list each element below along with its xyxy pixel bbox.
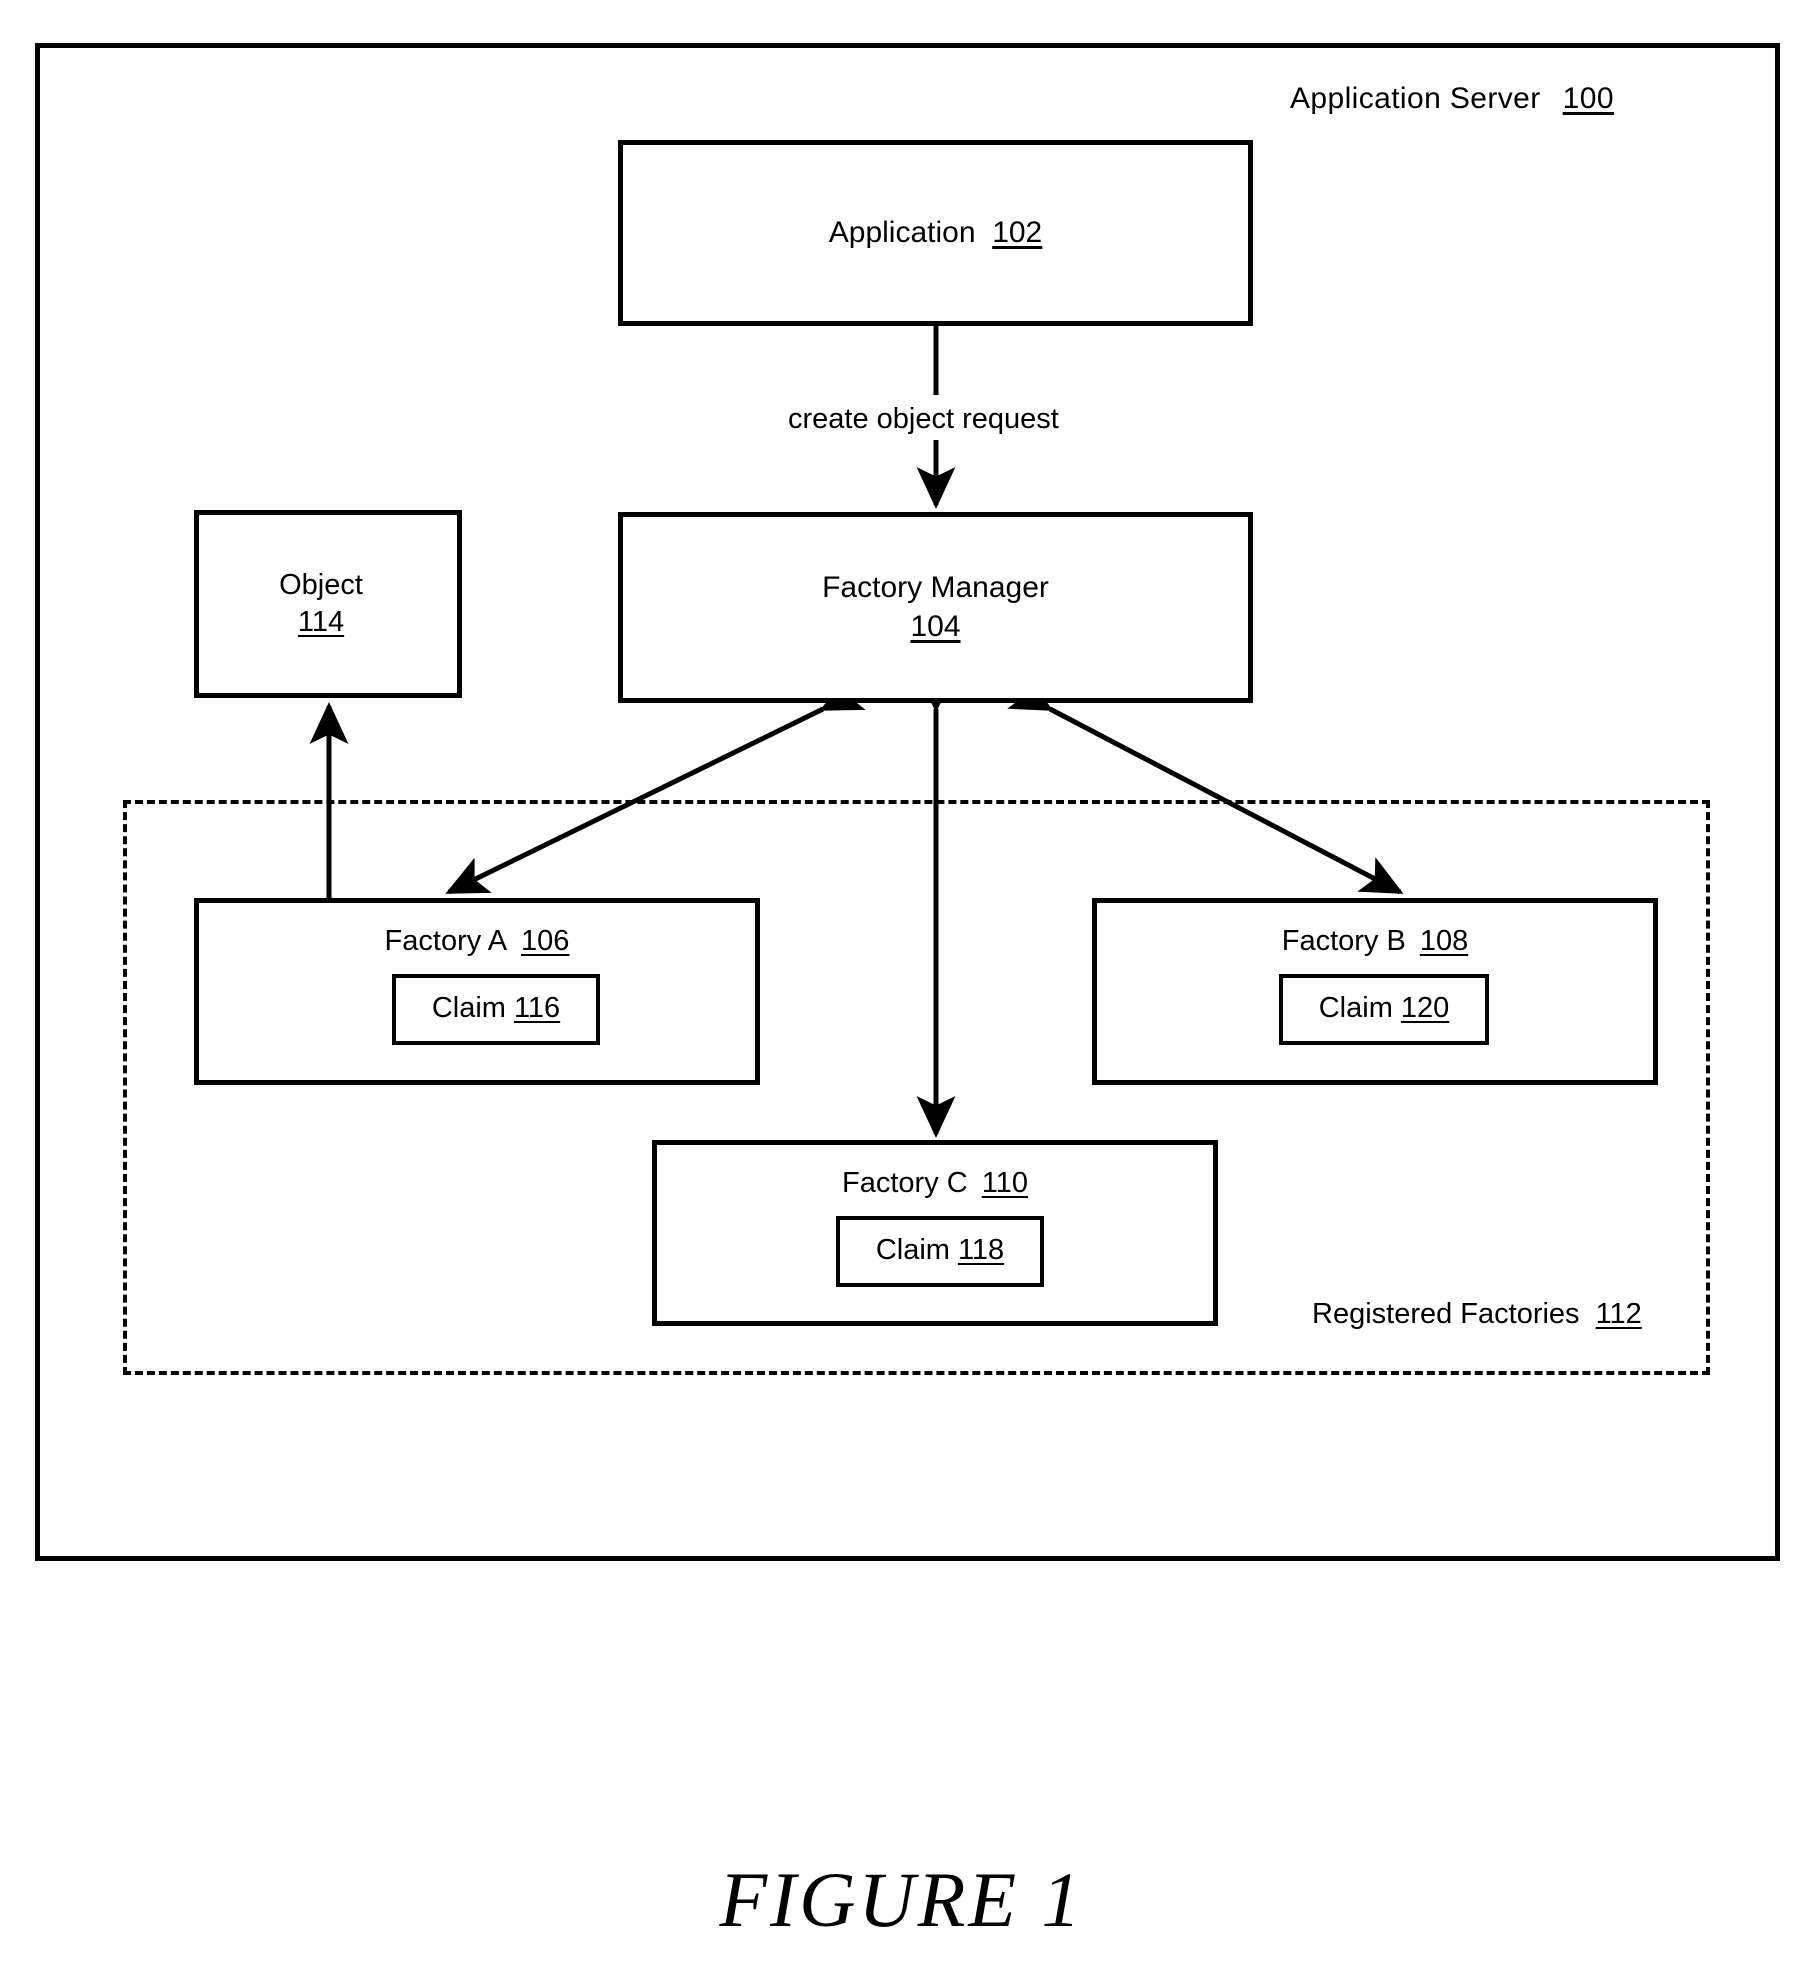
factory-b-label: Factory B: [1281, 925, 1406, 957]
factory-b-title: Factory B 108: [1097, 925, 1653, 958]
object-node-label: Object: [279, 568, 363, 601]
factory-manager-node-label: Factory Manager: [822, 571, 1049, 605]
object-node-ref: 114: [297, 606, 345, 638]
application-node-ref: 102: [992, 215, 1043, 249]
registered-factories-ref: 112: [1595, 1298, 1642, 1330]
factory-a-claim-wrap: Claim 116: [199, 958, 755, 1045]
application-node-label: Application: [828, 215, 976, 249]
factory-c-claim-label: Claim: [875, 1234, 950, 1266]
application-node: Application 102: [618, 140, 1253, 326]
factory-a-claim-label: Claim: [431, 992, 506, 1024]
object-node: Object 114: [194, 510, 462, 698]
registered-factories-label: Registered Factories 112: [1312, 1298, 1642, 1331]
factory-a-claim-ref: 116: [513, 992, 561, 1024]
registered-factories-label-text: Registered Factories: [1312, 1298, 1580, 1330]
factory-a-node: Factory A 106 Claim 116: [194, 898, 760, 1085]
factory-c-claim-wrap: Claim 118: [657, 1200, 1213, 1287]
factory-manager-node: Factory Manager 104: [618, 512, 1253, 703]
factory-a-title: Factory A 106: [199, 925, 755, 958]
factory-manager-node-ref: 104: [910, 609, 961, 643]
factory-a-claim-box: Claim 116: [391, 974, 601, 1045]
factory-c-claim-box: Claim 118: [835, 1216, 1045, 1287]
figure-caption: FIGURE 1: [719, 1856, 1084, 1943]
factory-a-label: Factory A: [384, 925, 508, 957]
factory-c-title: Factory C 110: [657, 1167, 1213, 1200]
factory-b-claim-wrap: Claim 120: [1097, 958, 1653, 1045]
create-object-request-text: create object request: [788, 403, 1059, 435]
factory-b-claim-label: Claim: [1318, 992, 1393, 1024]
application-server-label: Application Server 100: [1290, 82, 1710, 116]
factory-c-label: Factory C: [842, 1167, 968, 1199]
factory-a-ref: 106: [521, 925, 570, 957]
create-object-request-label: create object request: [778, 400, 1069, 439]
figure-page: Application Server 100 Registered Factori…: [0, 0, 1803, 1985]
factory-b-ref: 108: [1419, 925, 1469, 957]
factory-c-ref: 110: [981, 1167, 1028, 1199]
factory-b-node: Factory B 108 Claim 120: [1092, 898, 1658, 1085]
factory-c-node: Factory C 110 Claim 118: [652, 1140, 1218, 1326]
factory-b-claim-ref: 120: [1400, 992, 1450, 1024]
factory-b-claim-box: Claim 120: [1278, 974, 1490, 1045]
application-server-ref: 100: [1562, 82, 1614, 115]
application-server-label-text: Application Server: [1290, 82, 1541, 115]
factory-c-claim-ref: 118: [957, 1234, 1005, 1266]
application-node-title: Application 102: [829, 214, 1043, 252]
